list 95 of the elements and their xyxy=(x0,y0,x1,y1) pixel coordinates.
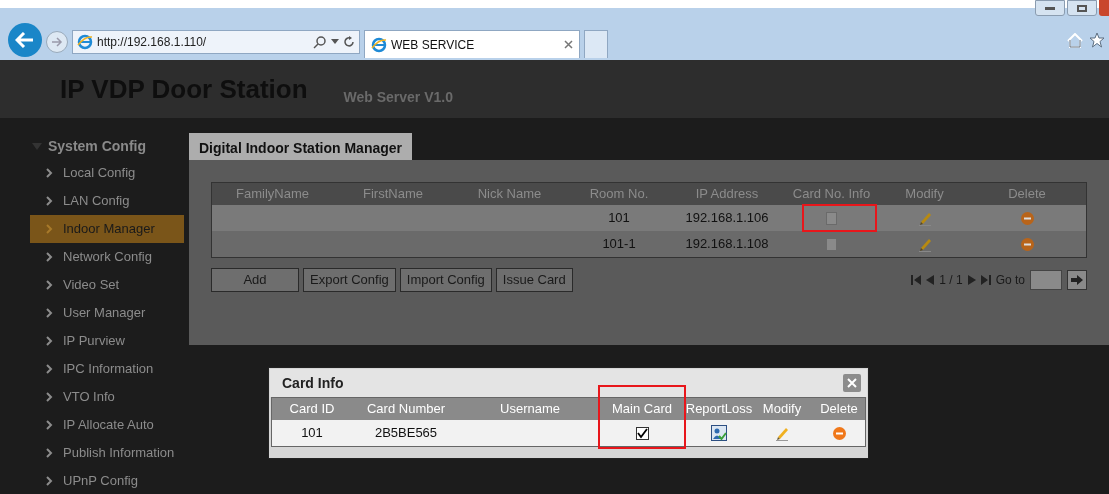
page-indicator: 1 / 1 xyxy=(939,272,963,289)
back-arrow-icon xyxy=(15,32,35,48)
column-header: Room No. xyxy=(588,185,650,204)
delete-icon[interactable] xyxy=(1020,211,1034,225)
column-header: Delete xyxy=(1007,185,1047,204)
action-button[interactable]: Export Config xyxy=(303,268,396,292)
last-page-icon[interactable] xyxy=(980,275,991,285)
sidebar-item[interactable]: IP Allocate Auto xyxy=(30,411,184,439)
column-header: ReportLoss xyxy=(684,400,754,419)
delete-icon[interactable] xyxy=(1020,237,1034,251)
address-bar[interactable]: http://192.168.1.110/ xyxy=(72,30,360,54)
page-input[interactable] xyxy=(1030,270,1062,290)
card-icon[interactable] xyxy=(826,237,837,251)
table-cell-text: 101 xyxy=(300,424,324,443)
column-header: Delete xyxy=(819,400,859,419)
column-header: Modify xyxy=(904,185,945,204)
home-icon[interactable] xyxy=(1067,32,1083,48)
search-icon[interactable] xyxy=(313,35,327,49)
page-subtitle: Web Server V1.0 xyxy=(343,90,453,104)
column-header: Modify xyxy=(761,400,803,419)
star-icon[interactable] xyxy=(1089,32,1105,48)
card-icon[interactable] xyxy=(826,211,837,225)
table-cell-text: 192.168.1.106 xyxy=(684,209,770,228)
action-button[interactable]: Issue Card xyxy=(495,268,573,292)
first-page-icon[interactable] xyxy=(911,275,922,285)
panel-tab[interactable]: Digital Indoor Station Manager xyxy=(189,133,412,160)
pencil-icon[interactable] xyxy=(775,425,789,441)
chevron-icon xyxy=(46,280,53,290)
sidebar-item[interactable]: LAN Config xyxy=(30,187,184,215)
chevron-icon xyxy=(46,196,53,206)
delete-icon[interactable] xyxy=(832,426,846,440)
sidebar-item[interactable]: IP Purview xyxy=(30,327,184,355)
chevron-icon xyxy=(46,476,53,486)
sidebar-item[interactable]: Video Set xyxy=(30,271,184,299)
sidebar-item[interactable]: Network Config xyxy=(30,243,184,271)
table-row[interactable]: 101 192.168.1.106 xyxy=(212,205,1086,231)
sidebar-section-title[interactable]: System Config xyxy=(48,136,146,157)
column-header: Card ID xyxy=(288,400,336,419)
chevron-icon xyxy=(46,224,53,234)
pencil-icon[interactable] xyxy=(917,210,932,226)
go-to-label: Go to xyxy=(995,272,1025,289)
address-text: http://192.168.1.110/ xyxy=(97,34,208,51)
column-header: Main Card xyxy=(600,399,684,419)
pencil-icon[interactable] xyxy=(917,236,932,252)
table-cell-text: 192.168.1.108 xyxy=(684,235,770,254)
main-card-checkbox[interactable] xyxy=(635,426,649,440)
chevron-icon xyxy=(46,168,53,178)
close-button[interactable] xyxy=(843,374,861,392)
previous-page-icon[interactable] xyxy=(926,275,935,285)
refresh-icon[interactable] xyxy=(343,36,355,48)
chevron-icon xyxy=(46,336,53,346)
tab-title: WEB SERVICE xyxy=(391,36,476,54)
column-header: IP Address xyxy=(694,185,760,204)
chevron-icon xyxy=(46,448,53,458)
browser-logo-icon xyxy=(77,34,93,50)
column-header: Card No. Info xyxy=(791,185,872,204)
column-header: Card Number xyxy=(366,400,446,419)
action-button[interactable]: Import Config xyxy=(399,268,492,292)
sidebar-item[interactable]: VTO Info xyxy=(30,383,184,411)
maximize-button[interactable] xyxy=(1067,0,1097,16)
table-row[interactable]: 101-1 192.168.1.108 xyxy=(212,231,1086,257)
close-icon xyxy=(847,378,857,388)
go-button[interactable] xyxy=(1067,270,1087,290)
new-tab-button[interactable] xyxy=(584,30,608,58)
table-cell-text: 2B5BE565 xyxy=(373,424,439,443)
chevron-icon xyxy=(46,364,53,374)
action-button[interactable]: Add xyxy=(211,268,299,292)
browser-logo-icon xyxy=(371,36,387,53)
column-header: FamilyName xyxy=(235,185,310,204)
chevron-icon xyxy=(46,308,53,318)
arrow-icon xyxy=(1071,275,1083,285)
report-loss-icon[interactable] xyxy=(711,425,727,441)
sidebar-item[interactable]: IPC Information xyxy=(30,355,184,383)
table-cell-text: 101 xyxy=(607,209,631,228)
dropdown-caret-icon[interactable] xyxy=(331,39,339,45)
next-page-icon[interactable] xyxy=(967,275,976,285)
column-header: FirstName xyxy=(362,185,424,204)
sidebar-item[interactable]: Indoor Manager xyxy=(30,215,184,243)
sidebar-item[interactable]: Publish Information xyxy=(30,439,184,467)
browser-tab[interactable]: WEB SERVICE xyxy=(364,30,580,58)
table-cell-text: 101-1 xyxy=(601,235,637,254)
sidebar-item[interactable]: UPnP Config xyxy=(30,467,184,494)
forward-button[interactable] xyxy=(46,31,68,53)
close-icon[interactable] xyxy=(564,40,573,49)
minimize-button[interactable] xyxy=(1035,0,1065,16)
forward-arrow-icon xyxy=(51,37,63,47)
chevron-icon xyxy=(46,392,53,402)
column-header: Username xyxy=(499,400,561,419)
dialog-title: Card Info xyxy=(282,373,344,393)
column-header: Nick Name xyxy=(476,185,543,204)
chevron-icon xyxy=(46,420,53,430)
back-button[interactable] xyxy=(8,23,42,57)
sidebar-item[interactable]: Local Config xyxy=(30,159,184,187)
sidebar-item[interactable]: User Manager xyxy=(30,299,184,327)
chevron-icon xyxy=(46,252,53,262)
